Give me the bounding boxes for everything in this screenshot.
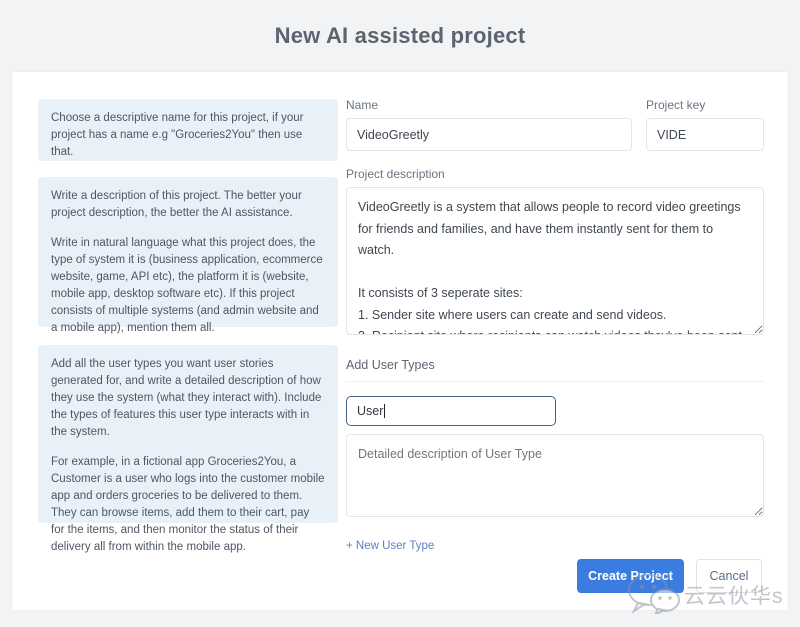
hint-project-name-p1: Choose a descriptive name for this proje… [51, 110, 325, 161]
new-user-type-link[interactable]: + New User Type [346, 540, 434, 552]
hint-project-description-p1: Write a description of this project. The… [51, 188, 325, 222]
user-type-name-input[interactable]: User [346, 396, 556, 426]
cancel-button[interactable]: Cancel [696, 559, 762, 593]
create-project-button[interactable]: Create Project [577, 559, 684, 593]
user-type-name-value: User [357, 404, 383, 418]
page-title: New AI assisted project [0, 0, 800, 58]
hint-user-types-p2: For example, in a fictional app Grocerie… [51, 454, 325, 556]
hint-project-description-p2: Write in natural language what this proj… [51, 235, 325, 337]
project-key-input[interactable] [646, 118, 764, 151]
name-field-group: Name [346, 98, 632, 151]
text-caret [384, 404, 385, 418]
hint-project-name: Choose a descriptive name for this proje… [38, 99, 338, 161]
project-description-label: Project description [346, 167, 764, 181]
project-key-label: Project key [646, 98, 764, 112]
name-label: Name [346, 98, 632, 112]
form-actions: Create Project Cancel [577, 559, 762, 593]
new-project-card: Choose a descriptive name for this proje… [12, 72, 788, 610]
add-user-types-heading: Add User Types [346, 358, 764, 382]
project-name-input[interactable] [346, 118, 632, 151]
hint-user-types: Add all the user types you want user sto… [38, 345, 338, 523]
project-key-field-group: Project key [646, 98, 764, 151]
user-type-description-textarea[interactable] [346, 434, 764, 517]
hint-user-types-p1: Add all the user types you want user sto… [51, 356, 325, 441]
form-column: Name Project key Project description Vid… [338, 98, 764, 554]
hint-project-description: Write a description of this project. The… [38, 177, 338, 327]
project-description-group: Project description VideoGreetly is a sy… [346, 167, 764, 340]
hints-column: Choose a descriptive name for this proje… [38, 98, 338, 554]
project-description-textarea[interactable]: VideoGreetly is a system that allows peo… [346, 187, 764, 335]
name-row: Name Project key [346, 98, 764, 151]
